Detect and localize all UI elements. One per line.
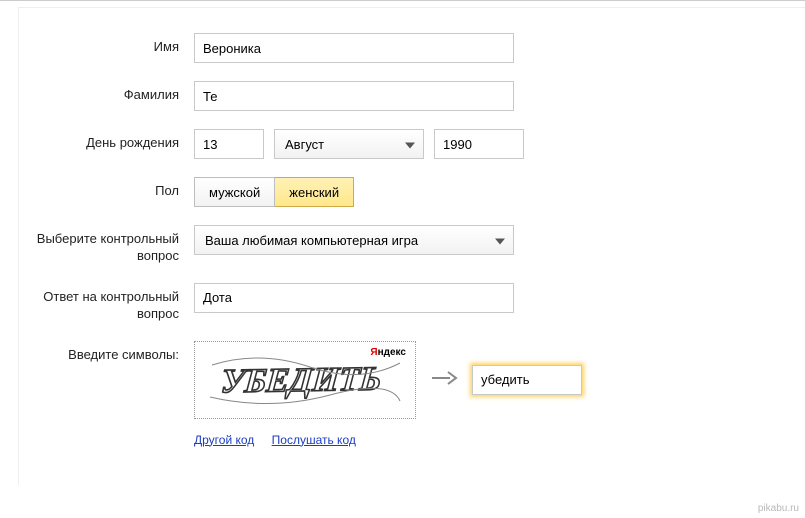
captcha-input[interactable] xyxy=(472,365,582,395)
security-question-value: Ваша любимая компьютерная игра xyxy=(205,233,418,248)
birthday-day-input[interactable] xyxy=(194,129,264,159)
gender-female-label: женский xyxy=(289,185,339,200)
captcha-label: Введите символы: xyxy=(19,341,194,364)
svg-text:УБЕДИТЬ: УБЕДИТЬ xyxy=(220,360,383,400)
gender-female-toggle[interactable]: женский xyxy=(275,177,354,207)
watermark: pikabu.ru xyxy=(758,503,799,514)
first-name-input[interactable] xyxy=(194,33,514,63)
security-question-label: Выберите контрольный вопрос xyxy=(19,225,194,265)
birthday-month-value: Август xyxy=(285,137,324,152)
last-name-label: Фамилия xyxy=(19,81,194,104)
birthday-month-select[interactable]: Август xyxy=(274,129,424,159)
gender-label: Пол xyxy=(19,177,194,200)
birthday-year-input[interactable] xyxy=(434,129,524,159)
security-question-select[interactable]: Ваша любимая компьютерная игра xyxy=(194,225,514,255)
last-name-input[interactable] xyxy=(194,81,514,111)
gender-male-label: мужской xyxy=(209,185,260,200)
chevron-down-icon xyxy=(405,137,415,152)
birthday-label: День рождения xyxy=(19,129,194,152)
chevron-down-icon xyxy=(495,233,505,248)
arrow-right-icon xyxy=(430,368,458,391)
security-answer-label: Ответ на контрольный вопрос xyxy=(19,283,194,323)
first-name-label: Имя xyxy=(19,33,194,56)
gender-male-toggle[interactable]: мужской xyxy=(194,177,275,207)
gender-toggle-group: мужской женский xyxy=(194,177,354,207)
captcha-image: Яндекс УБЕДИТЬ xyxy=(194,341,416,419)
security-answer-input[interactable] xyxy=(194,283,514,313)
captcha-other-code-link[interactable]: Другой код xyxy=(194,433,254,447)
captcha-listen-code-link[interactable]: Послушать код xyxy=(272,433,356,447)
captcha-word: УБЕДИТЬ xyxy=(194,341,416,419)
